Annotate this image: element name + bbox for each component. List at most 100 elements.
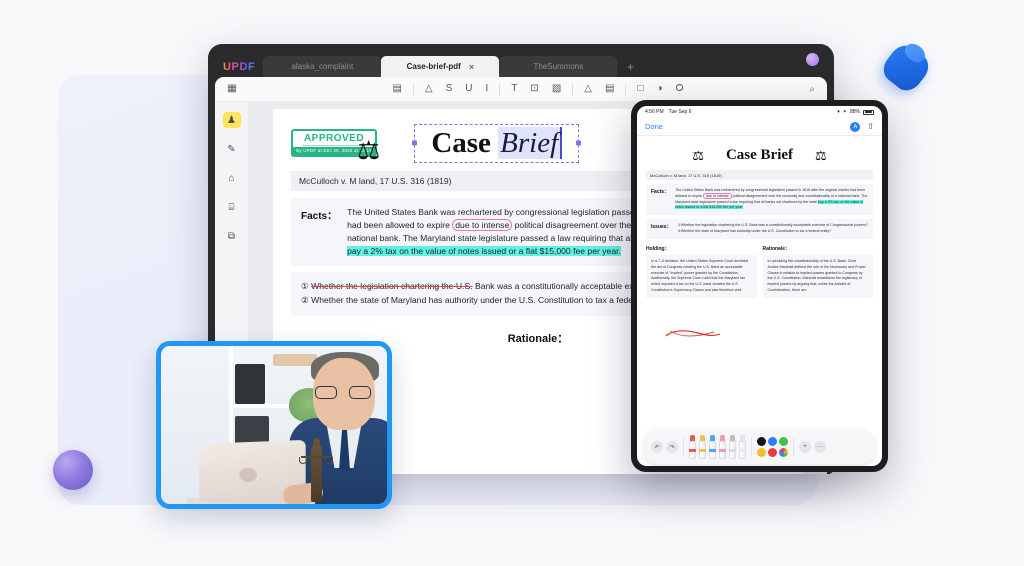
stamp-icon[interactable]: ◑ — [654, 83, 664, 95]
redo-icon[interactable]: ↷ — [666, 441, 678, 453]
color-swatch-red[interactable] — [768, 448, 777, 457]
tab-case-brief[interactable]: Case-brief-pdf × — [381, 56, 500, 77]
color-swatch-rainbow[interactable] — [779, 448, 788, 457]
sidebar-item-pages[interactable]: ⧉ — [223, 228, 241, 244]
rationale-label: Rationale： — [762, 245, 791, 252]
eraser-icon[interactable]: ▤ — [603, 83, 616, 95]
ipad-markup-toolbar: ↶ ↷ + ··· — [645, 430, 874, 464]
facts-pink-highlight: due to intense — [703, 192, 732, 199]
status-date: Tue Sep 6 — [668, 109, 692, 115]
thumbnail-toggle-icon[interactable]: ▦ — [225, 83, 238, 95]
ipad-screen: 4:56 PM Tue Sep 6 ▾ ✶ 88% Done A ⇧ ⚖ Cas… — [637, 106, 882, 466]
tab-label: alaska_complaint — [291, 62, 354, 71]
resize-handle-right[interactable] — [576, 140, 582, 146]
share-icon[interactable]: ⇧ — [867, 122, 874, 131]
issue-1-marker: ① — [301, 281, 309, 292]
ipad-device: 4:56 PM Tue Sep 6 ▾ ✶ 88% Done A ⇧ ⚖ Cas… — [631, 100, 888, 472]
ipad-document[interactable]: ⚖ Case Brief ⚖ McCulloch v. M land, 17 U… — [637, 136, 882, 466]
issue-2-text: Whether the state of Maryland has author… — [311, 295, 671, 305]
highlight-icon[interactable]: △ — [423, 83, 435, 95]
sidebar-item-organize[interactable]: ⌂ — [223, 170, 241, 186]
highlighter-tool[interactable] — [699, 435, 706, 459]
color-swatch-blue[interactable] — [768, 437, 777, 446]
bluetooth-icon: ✶ — [842, 109, 847, 115]
screenshot-stage: UPDF alaska_complaint Case-brief-pdf × T… — [0, 0, 1024, 566]
rationale-text: In upholding the constitutionality of th… — [767, 258, 866, 292]
holding-column: Holding： In a 7–0 decision, the United S… — [646, 245, 757, 298]
toolbar-left-slot: ▦ — [215, 83, 249, 95]
undo-icon[interactable]: ↶ — [651, 441, 663, 453]
issue-2-text: Whether the state of Maryland has author… — [680, 229, 832, 234]
decorative-purple-sphere — [53, 450, 93, 490]
toolbar-divider — [412, 83, 414, 95]
underline-icon[interactable]: U — [463, 83, 474, 95]
pen-tool[interactable] — [709, 435, 716, 459]
comment-icon[interactable]: ▤ — [390, 83, 403, 95]
new-tab-button[interactable]: + — [617, 56, 643, 77]
battery-icon — [863, 109, 874, 115]
facts-cyan-highlight: pay a 2% tax on the value of notes issue… — [347, 246, 621, 257]
sidebar-item-annotate[interactable]: ♟ — [222, 112, 241, 128]
ruler-tool[interactable] — [739, 435, 746, 459]
toolbar-divider — [499, 83, 501, 95]
issues-text: ①Whether the legislation chartering the … — [678, 223, 868, 235]
ipad-citation-bar: McCulloch v. M land, 17 U.S. 316 (1819) — [646, 170, 873, 180]
sticky-note-icon[interactable]: ▧ — [550, 83, 563, 95]
issue-item-2: ②Whether the state of Maryland has autho… — [678, 229, 868, 235]
pencil-icon[interactable]: △ — [582, 83, 594, 95]
color-swatch-yellow[interactable] — [757, 448, 766, 457]
text-icon[interactable]: T — [509, 83, 519, 95]
text-box-icon[interactable]: ⊡ — [528, 83, 540, 95]
lawyer-photo — [156, 341, 392, 509]
eraser-tool[interactable] — [719, 435, 726, 459]
markup-divider — [793, 438, 794, 456]
more-options-icon[interactable]: ··· — [814, 441, 826, 453]
ipad-navbar: Done A ⇧ — [637, 118, 882, 136]
battery-percent: 88% — [849, 109, 860, 115]
tab-label: Case-brief-pdf — [406, 62, 461, 71]
markup-badge-icon[interactable]: A — [850, 121, 861, 132]
done-button[interactable]: Done — [645, 122, 663, 131]
holding-text: In a 7–0 decision, the United States Sup… — [651, 258, 748, 292]
issues-label: Issues： — [651, 224, 672, 231]
issue-1-struck: Whether the legislation chartering the U… — [311, 281, 473, 292]
markup-divider — [751, 438, 752, 456]
markup-divider — [683, 438, 684, 456]
color-swatch-green[interactable] — [779, 437, 788, 446]
title-text-box[interactable]: Case Brief — [412, 123, 582, 163]
close-icon[interactable]: × — [469, 62, 474, 72]
sidebar-item-edit[interactable]: ✎ — [223, 141, 241, 157]
squiggly-icon[interactable]: I — [484, 83, 491, 95]
search-icon[interactable]: ⌕ — [809, 84, 815, 95]
add-tool-icon[interactable]: + — [799, 441, 811, 453]
page-title-italic: Brief — [498, 126, 563, 159]
strikethrough-icon[interactable]: S — [444, 83, 455, 95]
app-titlebar: UPDF alaska_complaint Case-brief-pdf × T… — [215, 51, 827, 77]
wifi-icon: ▾ — [837, 109, 840, 115]
page-title: Case — [431, 126, 499, 159]
shapes-icon[interactable]: □ — [635, 83, 645, 95]
issue-2-marker: ② — [301, 295, 309, 305]
sidebar-item-forms[interactable]: ⌸ — [223, 199, 241, 215]
tab-alaska-complaint[interactable]: alaska_complaint — [263, 56, 382, 77]
facts-pink-highlight: due to intense — [452, 219, 513, 232]
pencil-tool[interactable] — [729, 435, 736, 459]
color-swatch-black[interactable] — [757, 437, 766, 446]
ipad-issues-section: Issues： ①Whether the legislation charter… — [646, 219, 873, 239]
scales-of-justice-icon: ⚖ — [357, 135, 381, 165]
resize-handle-left[interactable] — [412, 140, 418, 146]
avatar[interactable] — [806, 53, 819, 66]
ipad-document-title-row: ⚖ Case Brief ⚖ — [646, 147, 873, 164]
scales-of-justice-icon: ⚖ — [692, 147, 704, 163]
toolbar-icon-group: ▤ △ S U I T ⊡ ▧ △ ▤ □ ◑ ⭘ — [249, 83, 827, 95]
status-time: 4:56 PM — [645, 109, 664, 115]
marker-tool[interactable] — [689, 435, 696, 459]
tab-the-summons[interactable]: TheSummons — [499, 56, 618, 77]
ipad-holding-rationale-columns: Holding： In a 7–0 decision, the United S… — [646, 245, 873, 298]
scales-of-justice-icon: ⚖ — [815, 147, 827, 163]
signature-icon[interactable]: ⭘ — [674, 83, 686, 95]
updf-logo: UPDF — [219, 62, 263, 77]
ios-status-bar: 4:56 PM Tue Sep 6 ▾ ✶ 88% — [637, 106, 882, 118]
issue-1-rest: Bank was a constitutionally acceptable e… — [748, 223, 868, 228]
issue-1-struck: Whether the legislation chartering the U… — [680, 223, 749, 228]
